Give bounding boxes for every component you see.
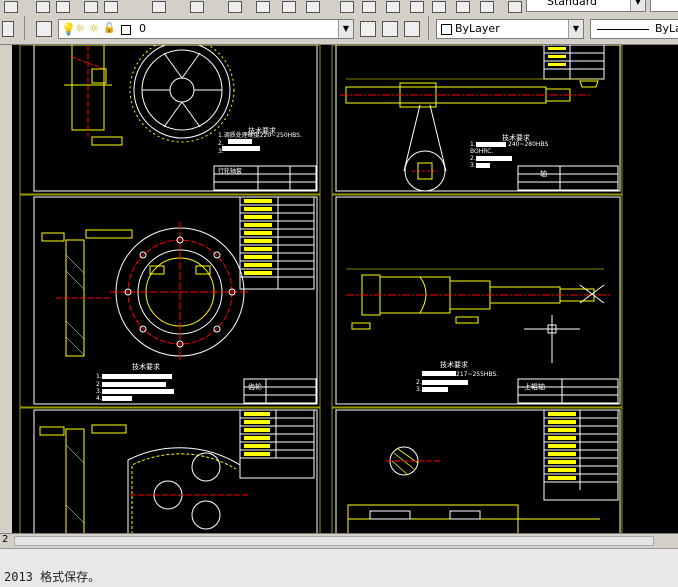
sheet4-req-2: 2. xyxy=(416,379,422,386)
horizontal-scrollbar[interactable] xyxy=(14,536,654,546)
design-center-icon[interactable] xyxy=(362,1,376,13)
layout-tab-number[interactable]: 2 xyxy=(0,534,8,545)
sheet-wheel-hub[interactable]: 技术要求 1.调质处理硬度220~250HBS. 2. 3. 行轮轴套 xyxy=(19,45,321,195)
sheet2-part-name: 轴 xyxy=(540,169,547,178)
sheet3-req-3: 3. xyxy=(96,388,102,395)
properties-icon[interactable] xyxy=(340,1,354,13)
color-combo[interactable]: ByLayer ▼ xyxy=(436,19,584,39)
layer-combo[interactable]: 💡 ☼ ☼ 🔓 0 ▼ xyxy=(58,19,354,39)
vertical-scrollbar[interactable] xyxy=(664,45,678,534)
redo-icon[interactable] xyxy=(190,1,204,13)
drawing-canvas[interactable]: 技术要求 1.调质处理硬度220~250HBS. 2. 3. 行轮轴套 技术要求… xyxy=(0,45,678,534)
sheet3-req-4: 4. xyxy=(96,395,102,402)
sheet-upper-roller-shaft[interactable]: 技术要求 217~255HBS. 2. 3. 上辊轴 xyxy=(331,194,623,408)
layout-tabs-bar: 2 xyxy=(0,533,678,548)
dim-style-combo[interactable] xyxy=(650,0,678,12)
zoom-realtime-icon[interactable] xyxy=(256,1,270,13)
layer-name: 0 xyxy=(139,22,146,35)
sheet-shaft[interactable]: 技术要求 1. 240~280HBS BOHRC. 2. 3. 轴 xyxy=(331,45,623,195)
toolbar-separator xyxy=(428,16,429,40)
sheet2-req-2: 2. xyxy=(470,155,476,162)
sheet3-req-2: 2. xyxy=(96,381,102,388)
layer-lock-icon[interactable]: 🔓 xyxy=(103,20,115,38)
linetype-value: ByLay xyxy=(655,22,678,35)
command-history-text: 2013 格式保存。 xyxy=(4,570,101,584)
sheet4-req-3: 3. xyxy=(416,386,422,393)
sheet3-req-1: 1. xyxy=(96,373,102,380)
sheet1-req-3: 3. xyxy=(218,148,224,155)
toolbar-separator xyxy=(24,16,25,40)
sheet1-req-2: 2. xyxy=(218,140,224,147)
color-value: ByLayer xyxy=(455,22,500,35)
sheet2-req-1b: 240~280HBS xyxy=(508,141,548,148)
make-object-layer-current-icon[interactable] xyxy=(360,21,376,37)
layer-manager-icon[interactable] xyxy=(2,21,14,37)
sheet-gear[interactable]: 技术要求 1. 2. 3. 4. 齿轮 xyxy=(19,194,321,408)
sheet4-part-name: 上辊轴 xyxy=(524,382,545,391)
zoom-previous-icon[interactable] xyxy=(306,1,320,13)
sheet1-req-1: 1.调质处理硬度220~250HBS. xyxy=(218,131,302,139)
layers-properties-toolbar: 💡 ☼ ☼ 🔓 0 ▼ ByLayer ▼ ByLay xyxy=(0,14,678,45)
sheet2-req-3: 3. xyxy=(470,162,476,169)
layer-freeze-icon[interactable]: ☼ xyxy=(75,20,85,38)
undo-icon[interactable] xyxy=(152,1,166,13)
sheet4-req-1: 217~255HBS. xyxy=(456,371,498,378)
layer-match-icon[interactable] xyxy=(404,21,420,37)
copy-icon[interactable] xyxy=(56,1,70,13)
zoom-window-icon[interactable] xyxy=(282,1,296,13)
cut-icon[interactable] xyxy=(36,1,50,13)
text-style-combo[interactable]: Standard ▼ xyxy=(526,0,646,12)
linetype-preview xyxy=(597,29,649,30)
pan-icon[interactable] xyxy=(228,1,242,13)
left-panel-strip xyxy=(0,45,12,534)
layer-previous-icon[interactable] xyxy=(382,21,398,37)
drawing-sheets: 技术要求 1.调质处理硬度220~250HBS. 2. 3. 行轮轴套 技术要求… xyxy=(19,45,623,534)
standard-toolbar: Standard ▼ xyxy=(0,0,678,15)
sheet3-part-name: 齿轮 xyxy=(248,382,262,391)
tool-palettes-icon[interactable] xyxy=(386,1,400,13)
layer-viewport-freeze-icon[interactable]: ☼ xyxy=(89,20,99,38)
paste-icon[interactable] xyxy=(84,1,98,13)
linetype-combo[interactable]: ByLay xyxy=(590,19,678,39)
help-icon[interactable] xyxy=(480,1,494,13)
sheet3-req-title: 技术要求 xyxy=(132,362,160,371)
sheet-set-icon[interactable] xyxy=(410,1,424,13)
match-properties-icon[interactable] xyxy=(104,1,118,13)
sheet1-part-name: 行轮轴套 xyxy=(218,167,242,175)
layer-dropdown-icon[interactable]: ▼ xyxy=(338,20,353,38)
layer-color-swatch xyxy=(121,25,131,35)
command-line[interactable]: 2013 格式保存。 xyxy=(0,548,678,587)
sheet2-req-1c: BOHRC. xyxy=(470,148,493,155)
text-style-icon[interactable] xyxy=(508,1,522,13)
markup-icon[interactable] xyxy=(432,1,446,13)
sheet2-req-1: 1. xyxy=(470,141,476,148)
calculator-icon[interactable] xyxy=(456,1,470,13)
color-dropdown-icon[interactable]: ▼ xyxy=(568,20,583,38)
new-icon[interactable] xyxy=(4,1,18,13)
sheet-bottom-right[interactable] xyxy=(331,407,623,534)
layer-states-icon[interactable] xyxy=(36,21,52,37)
sheet-sector-gear[interactable] xyxy=(19,407,321,534)
layer-on-icon[interactable]: 💡 xyxy=(61,20,76,38)
sheet4-req-title: 技术要求 xyxy=(440,360,468,369)
color-swatch xyxy=(441,24,452,35)
text-style-dropdown-icon[interactable]: ▼ xyxy=(630,0,645,11)
text-style-value: Standard xyxy=(547,0,598,8)
